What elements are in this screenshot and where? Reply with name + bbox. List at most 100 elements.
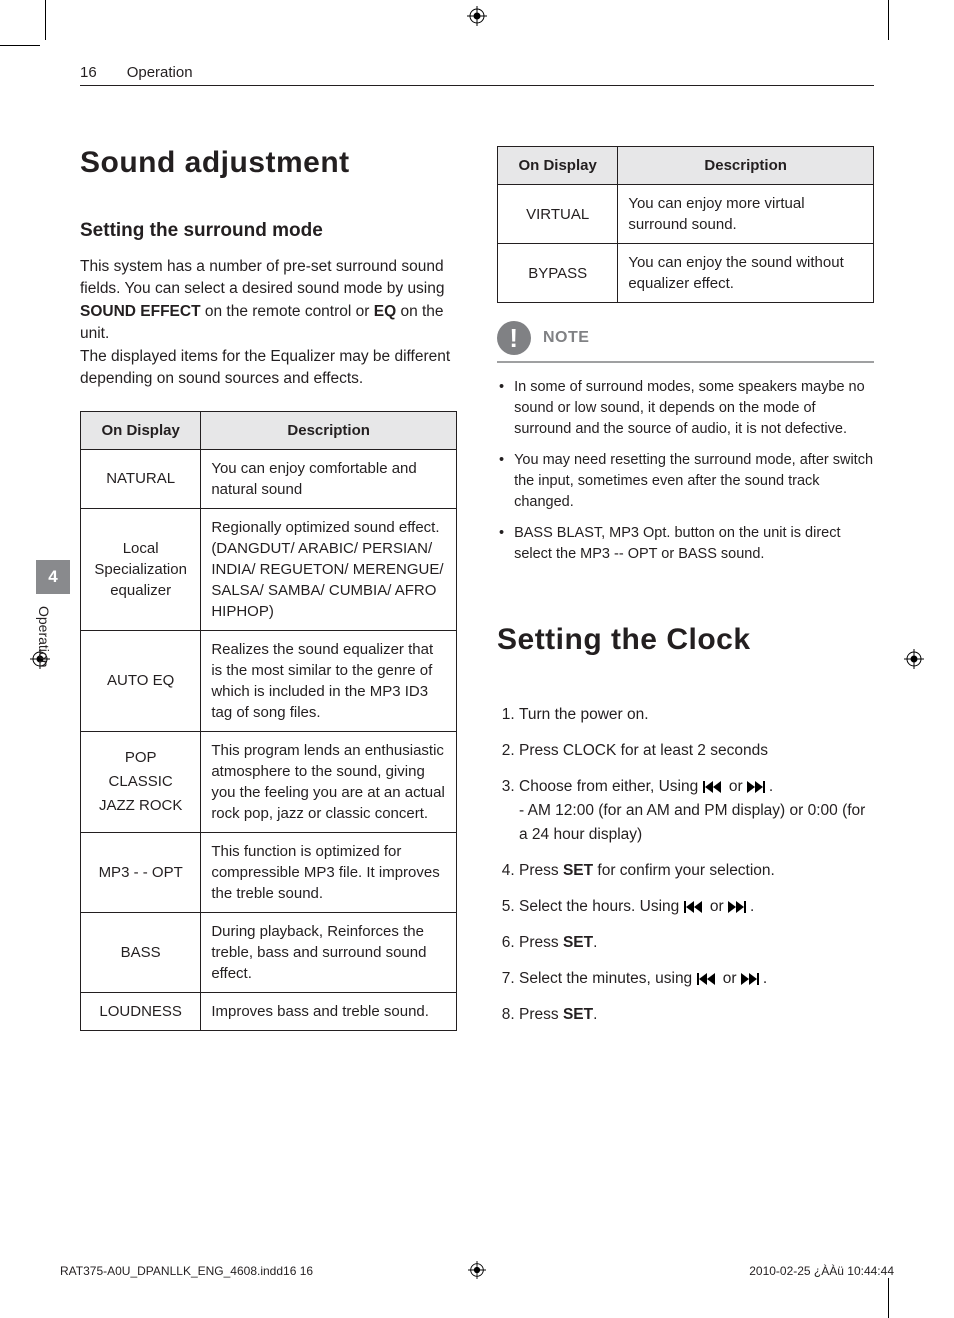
skip-back-icon	[684, 901, 706, 913]
eq-table-left: On Display Description NATURALYou can en…	[80, 411, 457, 1031]
th-display: On Display	[81, 411, 201, 449]
cell-display: LOUDNESS	[81, 992, 201, 1030]
slug-left: RAT375-A0U_DPANLLK_ENG_4608.indd16 16	[60, 1264, 313, 1278]
skip-back-icon	[703, 781, 725, 793]
running-section: Operation	[127, 64, 193, 81]
note-item: In some of surround modes, some speakers…	[499, 377, 874, 440]
step-item: Press SET.	[519, 1003, 874, 1027]
intro-text-1: on the remote control or	[201, 303, 374, 320]
intro-text-0: This system has a number of pre-set surr…	[80, 258, 445, 297]
table-row: MP3 - - OPTThis function is optimized fo…	[81, 832, 457, 912]
step-text: Press	[519, 934, 563, 951]
step-text: Turn the power on.	[519, 706, 649, 723]
th-desc: Description	[618, 147, 874, 185]
cell-desc: Realizes the sound equalizer that is the…	[201, 630, 457, 731]
cell-desc: You can enjoy the sound without equalize…	[618, 244, 874, 303]
step-bold: SET	[563, 1006, 593, 1023]
step-item: Select the minutes, using or .	[519, 967, 874, 991]
intro-bold-eq: EQ	[374, 303, 396, 320]
clock-steps: Turn the power on. Press CLOCK for at le…	[497, 703, 874, 1027]
table-header-row: On Display Description	[498, 147, 874, 185]
cell-desc: Regionally optimized sound effect. (DANG…	[201, 508, 457, 630]
step-text: Press	[519, 862, 563, 879]
note-text: In some of surround modes, some speakers…	[514, 377, 874, 440]
step-item: Choose from either, Using or . - AM 12:0…	[519, 775, 874, 847]
cell-display: VIRTUAL	[498, 185, 618, 244]
running-header: 16 Operation	[80, 64, 874, 86]
cell-display: BYPASS	[498, 244, 618, 303]
step-text: .	[750, 898, 754, 915]
step-item: Press CLOCK for at least 2 seconds	[519, 739, 874, 763]
surround-intro: This system has a number of pre-set surr…	[80, 256, 457, 391]
note-icon: !	[497, 321, 531, 355]
table-header-row: On Display Description	[81, 411, 457, 449]
slug-right: 2010-02-25 ¿ÀÀü 10:44:44	[749, 1264, 894, 1278]
step-item: Press SET for confirm your selection.	[519, 859, 874, 883]
crop-corner-tr-v	[888, 0, 889, 40]
step-text: for confirm your selection.	[593, 862, 775, 879]
cell-desc: Improves bass and treble sound.	[201, 992, 457, 1030]
registration-right	[904, 649, 924, 669]
step-text: Press	[519, 1006, 563, 1023]
subheading-surround: Setting the surround mode	[80, 220, 457, 242]
step-subtext: - AM 12:00 (for an AM and PM display) or…	[519, 802, 865, 843]
step-bold: SET	[563, 862, 593, 879]
step-item: Turn the power on.	[519, 703, 874, 727]
crop-corner-tl-h	[0, 45, 40, 46]
page-number: 16	[80, 64, 97, 81]
intro-text-3: The displayed items for the Equalizer ma…	[80, 348, 450, 387]
step-text: Select the hours. Using	[519, 898, 684, 915]
crop-corner-br-v	[888, 1278, 889, 1318]
registration-top	[467, 6, 487, 26]
cell-display: NATURAL	[81, 449, 201, 508]
skip-forward-icon	[728, 901, 750, 913]
table-row: POP CLASSIC JAZZ ROCKThis program lends …	[81, 731, 457, 832]
left-column: Sound adjustment Setting the surround mo…	[80, 146, 457, 1039]
table-row: BYPASSYou can enjoy the sound without eq…	[498, 244, 874, 303]
step-text: Select the minutes, using	[519, 970, 697, 987]
table-row: AUTO EQRealizes the sound equalizer that…	[81, 630, 457, 731]
heading-sound-adjustment: Sound adjustment	[80, 146, 457, 180]
step-item: Select the hours. Using or .	[519, 895, 874, 919]
table-row: LOUDNESSImproves bass and treble sound.	[81, 992, 457, 1030]
cell-desc: You can enjoy comfortable and natural so…	[201, 449, 457, 508]
step-text: .	[593, 1006, 597, 1023]
or-text: or	[719, 970, 741, 987]
indesign-slug: RAT375-A0U_DPANLLK_ENG_4608.indd16 16 20…	[60, 1264, 894, 1278]
note-list: In some of surround modes, some speakers…	[497, 363, 874, 565]
table-row: BASSDuring playback, Reinforces the treb…	[81, 912, 457, 992]
eq-table-right: On Display Description VIRTUALYou can en…	[497, 146, 874, 303]
crop-corner-tl-v	[45, 0, 46, 40]
cell-display: POP CLASSIC JAZZ ROCK	[81, 731, 201, 832]
cell-display: BASS	[81, 912, 201, 992]
step-text: .	[763, 970, 767, 987]
th-display: On Display	[498, 147, 618, 185]
intro-bold-sound-effect: SOUND EFFECT	[80, 303, 201, 320]
note-item: You may need resetting the surround mode…	[499, 450, 874, 513]
table-row: Local Specialization equalizerRegionally…	[81, 508, 457, 630]
or-text: or	[725, 778, 747, 795]
or-text: or	[706, 898, 728, 915]
note-label: NOTE	[543, 329, 589, 347]
cell-desc: This program lends an enthusiastic atmos…	[201, 731, 457, 832]
table-row: NATURALYou can enjoy comfortable and nat…	[81, 449, 457, 508]
note-item: BASS BLAST, MP3 Opt. button on the unit …	[499, 523, 874, 565]
step-text: Press CLOCK for at least 2 seconds	[519, 742, 768, 759]
page-body: 16 Operation Sound adjustment Setting th…	[60, 60, 894, 1258]
note-text: BASS BLAST, MP3 Opt. button on the unit …	[514, 523, 874, 565]
step-text: Choose from either, Using	[519, 778, 703, 795]
note-text: You may need resetting the surround mode…	[514, 450, 874, 513]
chapter-label: Operation	[36, 606, 52, 667]
cell-display: Local Specialization equalizer	[81, 508, 201, 630]
skip-forward-icon	[741, 973, 763, 985]
right-column: On Display Description VIRTUALYou can en…	[497, 146, 874, 1039]
th-desc: Description	[201, 411, 457, 449]
step-item: Press SET.	[519, 931, 874, 955]
note-box: ! NOTE In some of surround modes, some s…	[497, 321, 874, 565]
cell-desc: During playback, Reinforces the treble, …	[201, 912, 457, 992]
cell-display: AUTO EQ	[81, 630, 201, 731]
table-row: VIRTUALYou can enjoy more virtual surrou…	[498, 185, 874, 244]
cell-desc: You can enjoy more virtual surround soun…	[618, 185, 874, 244]
step-bold: SET	[563, 934, 593, 951]
skip-forward-icon	[747, 781, 769, 793]
